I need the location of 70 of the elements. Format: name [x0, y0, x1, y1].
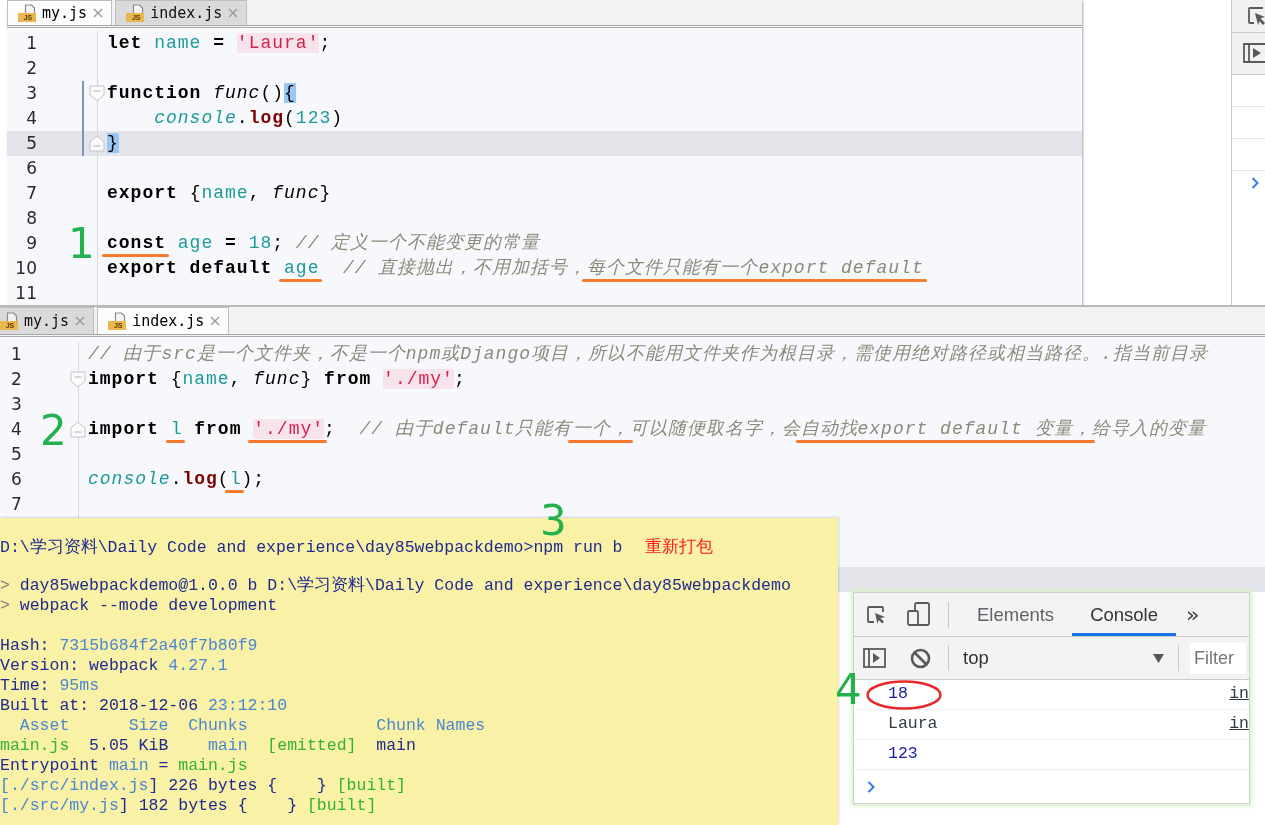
annotation-number: 4 — [835, 673, 862, 707]
line-number: 3 — [25, 82, 37, 105]
fold-marker-icon[interactable] — [70, 421, 86, 438]
code-line: export {name, func} — [107, 183, 332, 203]
code-line: function func(){ — [107, 83, 296, 103]
sidebar-toggle-icon[interactable] — [863, 648, 886, 668]
code-line: export default age // 直接抛出，不用加括号，每个文件只能有一个export default — [107, 258, 924, 278]
console-output: 18 — [888, 683, 908, 706]
prompt-chevron-icon — [1251, 177, 1259, 189]
code-line: let name = 'Laura'; — [107, 33, 332, 53]
close-icon[interactable] — [210, 316, 221, 326]
clear-console-icon[interactable] — [910, 647, 931, 669]
fold-marker-icon[interactable] — [70, 371, 86, 388]
code-line: import l from './my'; // 由于default只能有一个，可以随便取名字，会自动找export default 变量，给导入的变量 — [88, 419, 1206, 439]
line-number: 4 — [10, 418, 23, 441]
caret-icon — [1153, 653, 1164, 663]
source-link[interactable]: in — [1229, 712, 1249, 737]
terminal-line: Asset Size Chunks Chunk Names — [18, 716, 486, 736]
code-line: console.log(l); — [88, 469, 266, 489]
terminal-line: > webpack --mode development — [0, 596, 278, 616]
line-number: 8 — [25, 207, 37, 230]
line-number: 1 — [25, 32, 37, 55]
line-number: 10 — [14, 257, 37, 280]
terminal-line: Time: 95ms — [0, 676, 100, 696]
filter-input[interactable]: Filter — [1190, 642, 1246, 674]
annotation-number: 3 — [540, 504, 567, 538]
sidebar-toggle-icon[interactable] — [1243, 43, 1265, 63]
line-number: 7 — [25, 182, 37, 205]
console-output: Laura — [888, 713, 938, 736]
line-number: 6 — [25, 157, 37, 180]
line-number: 5 — [10, 443, 23, 466]
close-icon[interactable] — [228, 8, 239, 18]
line-number: 7 — [10, 493, 23, 516]
fold-marker-icon[interactable] — [89, 85, 105, 102]
terminal-line: Built at: 2018-12-06 23:12:10 — [0, 696, 288, 716]
terminal-line: D:\学习资料\Daily Code and experience\day85webpackdemo>npm run b — [0, 538, 623, 558]
annotation-number: 1 — [68, 227, 95, 261]
line-number: 1 — [10, 343, 23, 366]
device-toggle-icon[interactable] — [906, 602, 931, 627]
terminal-line: main.js 5.05 KiB main [emitted] main — [0, 736, 416, 756]
inspect-icon[interactable] — [866, 604, 886, 625]
context-select[interactable]: top — [949, 637, 1178, 679]
console-output: 123 — [888, 743, 918, 766]
terminal-line: > day85webpackdemo@1.0.0 b D:\学习资料\Daily Code and experience\day85webpackdemo — [0, 576, 791, 596]
line-number: 3 — [10, 393, 23, 416]
panel-tab[interactable]: Elements — [959, 593, 1073, 636]
code-line: import {name, func} from './my'; — [88, 369, 466, 389]
line-number: 5 — [25, 132, 37, 155]
terminal-line: Hash: 7315b684f2a40f7b80f9 — [0, 636, 258, 656]
more-tabs-button[interactable]: » — [1184, 601, 1202, 628]
prompt-chevron-icon — [867, 781, 875, 793]
source-link[interactable]: in — [1229, 682, 1249, 707]
terminal-line: Entrypoint main = main.js — [0, 756, 248, 776]
line-number: 4 — [25, 107, 37, 130]
line-number: 2 — [10, 368, 23, 391]
close-icon[interactable] — [93, 8, 104, 18]
close-icon[interactable] — [75, 316, 86, 326]
annotation-note: 重新打包 — [644, 536, 713, 556]
code-line: console.log(123) — [153, 108, 344, 128]
terminal-line: [./src/my.js] 182 bytes { } [built] — [0, 796, 377, 816]
terminal-line: Version: webpack 4.27.1 — [0, 656, 228, 676]
line-number: 9 — [25, 232, 37, 255]
line-number: 2 — [25, 57, 37, 80]
line-number: 6 — [10, 468, 23, 491]
annotation-number: 2 — [40, 414, 67, 448]
terminal-line: [./src/index.js] 226 bytes { } [built] — [0, 776, 406, 796]
inspect-icon[interactable] — [1247, 6, 1265, 26]
code-line: // 由于src是一个文件夹，不是一个npm或Django项目，所以不能用文件夹作为根目录，需使用绝对路径或相当路径。.指当前目录 — [88, 344, 1208, 364]
code-line: const age = 18; // 定义一个不能变更的常量 — [107, 233, 541, 253]
line-number: 11 — [14, 282, 37, 305]
